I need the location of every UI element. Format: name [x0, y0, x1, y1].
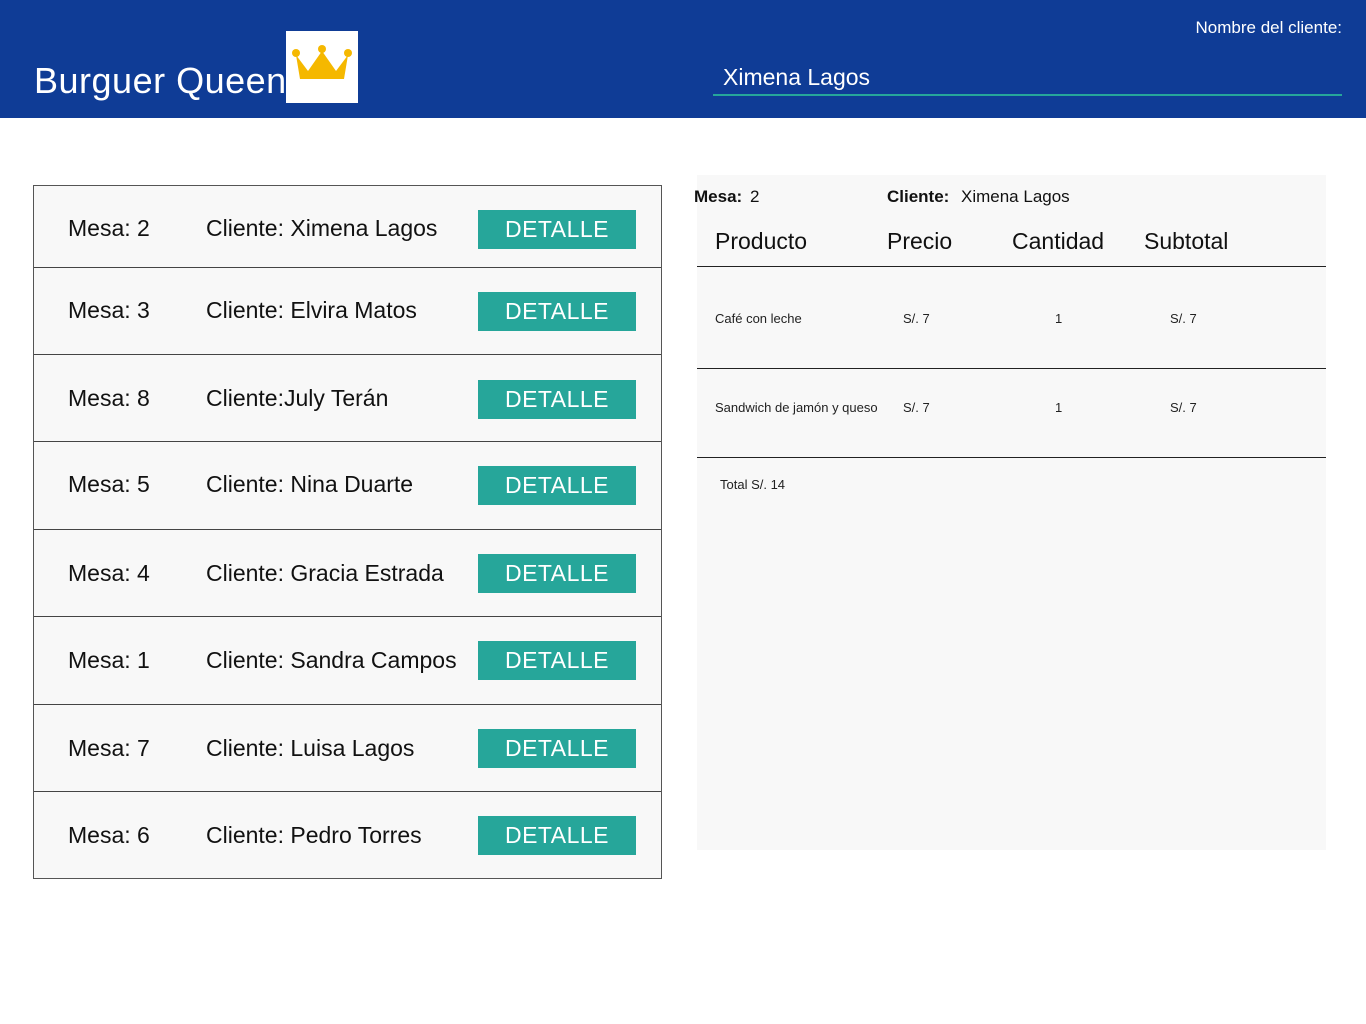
- order-mesa: Mesa: 8: [68, 385, 150, 411]
- item-cantidad: 1: [1055, 400, 1063, 415]
- order-mesa: Mesa: 6: [68, 822, 150, 848]
- detail-mesa-label: Mesa:: [694, 187, 743, 206]
- order-cliente: Cliente: Luisa Lagos: [206, 735, 415, 761]
- column-header-producto: Producto: [715, 228, 808, 254]
- detalle-button[interactable]: DETALLE: [478, 816, 636, 855]
- order-row: Mesa: 5 Cliente: Nina Duarte DETALLE: [34, 442, 661, 530]
- column-header-cantidad: Cantidad: [1012, 228, 1105, 254]
- item-producto: Sandwich de jamón y queso: [715, 400, 878, 415]
- order-cliente: Cliente:July Terán: [206, 385, 389, 411]
- detalle-button[interactable]: DETALLE: [478, 729, 636, 768]
- divider: [697, 266, 1326, 267]
- detalle-button[interactable]: DETALLE: [478, 466, 636, 505]
- detalle-button[interactable]: DETALLE: [478, 641, 636, 680]
- app-title: Burguer Queen: [34, 60, 287, 101]
- logo: [286, 31, 358, 103]
- detail-cliente-label: Cliente:: [887, 187, 950, 206]
- crown-icon: [292, 45, 352, 79]
- order-cliente: Cliente: Gracia Estrada: [206, 560, 444, 586]
- order-mesa: Mesa: 7: [68, 735, 150, 761]
- item-producto: Café con leche: [715, 311, 802, 326]
- detalle-button[interactable]: DETALLE: [478, 292, 636, 331]
- column-header-subtotal: Subtotal: [1144, 228, 1229, 254]
- divider: [697, 457, 1326, 458]
- order-detail-panel: Mesa: 2 Cliente: Ximena Lagos Producto P…: [694, 175, 1326, 850]
- item-subtotal: S/. 7: [1170, 311, 1197, 326]
- item-precio: S/. 7: [903, 400, 930, 415]
- detalle-button[interactable]: DETALLE: [478, 380, 636, 419]
- detail-cliente-value: Ximena Lagos: [961, 187, 1070, 206]
- order-mesa: Mesa: 5: [68, 471, 150, 497]
- order-mesa: Mesa: 3: [68, 297, 150, 323]
- order-cliente: Cliente: Sandra Campos: [206, 647, 457, 673]
- order-cliente: Cliente: Pedro Torres: [206, 822, 422, 848]
- orders-list: Mesa: 2 Cliente: Ximena Lagos DETALLE Me…: [33, 185, 662, 879]
- item-subtotal: S/. 7: [1170, 400, 1197, 415]
- order-row: Mesa: 3 Cliente: Elvira Matos DETALLE: [34, 268, 661, 355]
- detalle-button[interactable]: DETALLE: [478, 210, 636, 249]
- order-mesa: Mesa: 1: [68, 647, 150, 673]
- detalle-button[interactable]: DETALLE: [478, 554, 636, 593]
- order-mesa: Mesa: 4: [68, 560, 150, 586]
- client-name-label: Nombre del cliente:: [1195, 18, 1342, 37]
- app-header: Burguer Queen Nombre del cliente:: [0, 0, 1366, 118]
- order-row: Mesa: 7 Cliente: Luisa Lagos DETALLE: [34, 705, 661, 792]
- item-cantidad: 1: [1055, 311, 1063, 326]
- order-cliente: Cliente: Ximena Lagos: [206, 215, 438, 241]
- order-cliente: Cliente: Nina Duarte: [206, 471, 414, 497]
- column-header-precio: Precio: [887, 228, 953, 254]
- detail-mesa-value: 2: [750, 187, 760, 206]
- order-row: Mesa: 8 Cliente:July Terán DETALLE: [34, 355, 661, 442]
- order-row: Mesa: 4 Cliente: Gracia Estrada DETALLE: [34, 530, 661, 617]
- order-row: Mesa: 1 Cliente: Sandra Campos DETALLE: [34, 617, 661, 705]
- order-row: Mesa: 2 Cliente: Ximena Lagos DETALLE: [34, 186, 661, 268]
- divider: [697, 368, 1326, 369]
- client-name-input[interactable]: [713, 60, 1342, 96]
- order-total: Total S/. 14: [720, 477, 786, 492]
- order-mesa: Mesa: 2: [68, 215, 150, 241]
- order-cliente: Cliente: Elvira Matos: [206, 297, 417, 323]
- order-row: Mesa: 6 Cliente: Pedro Torres DETALLE: [34, 792, 661, 878]
- item-precio: S/. 7: [903, 311, 930, 326]
